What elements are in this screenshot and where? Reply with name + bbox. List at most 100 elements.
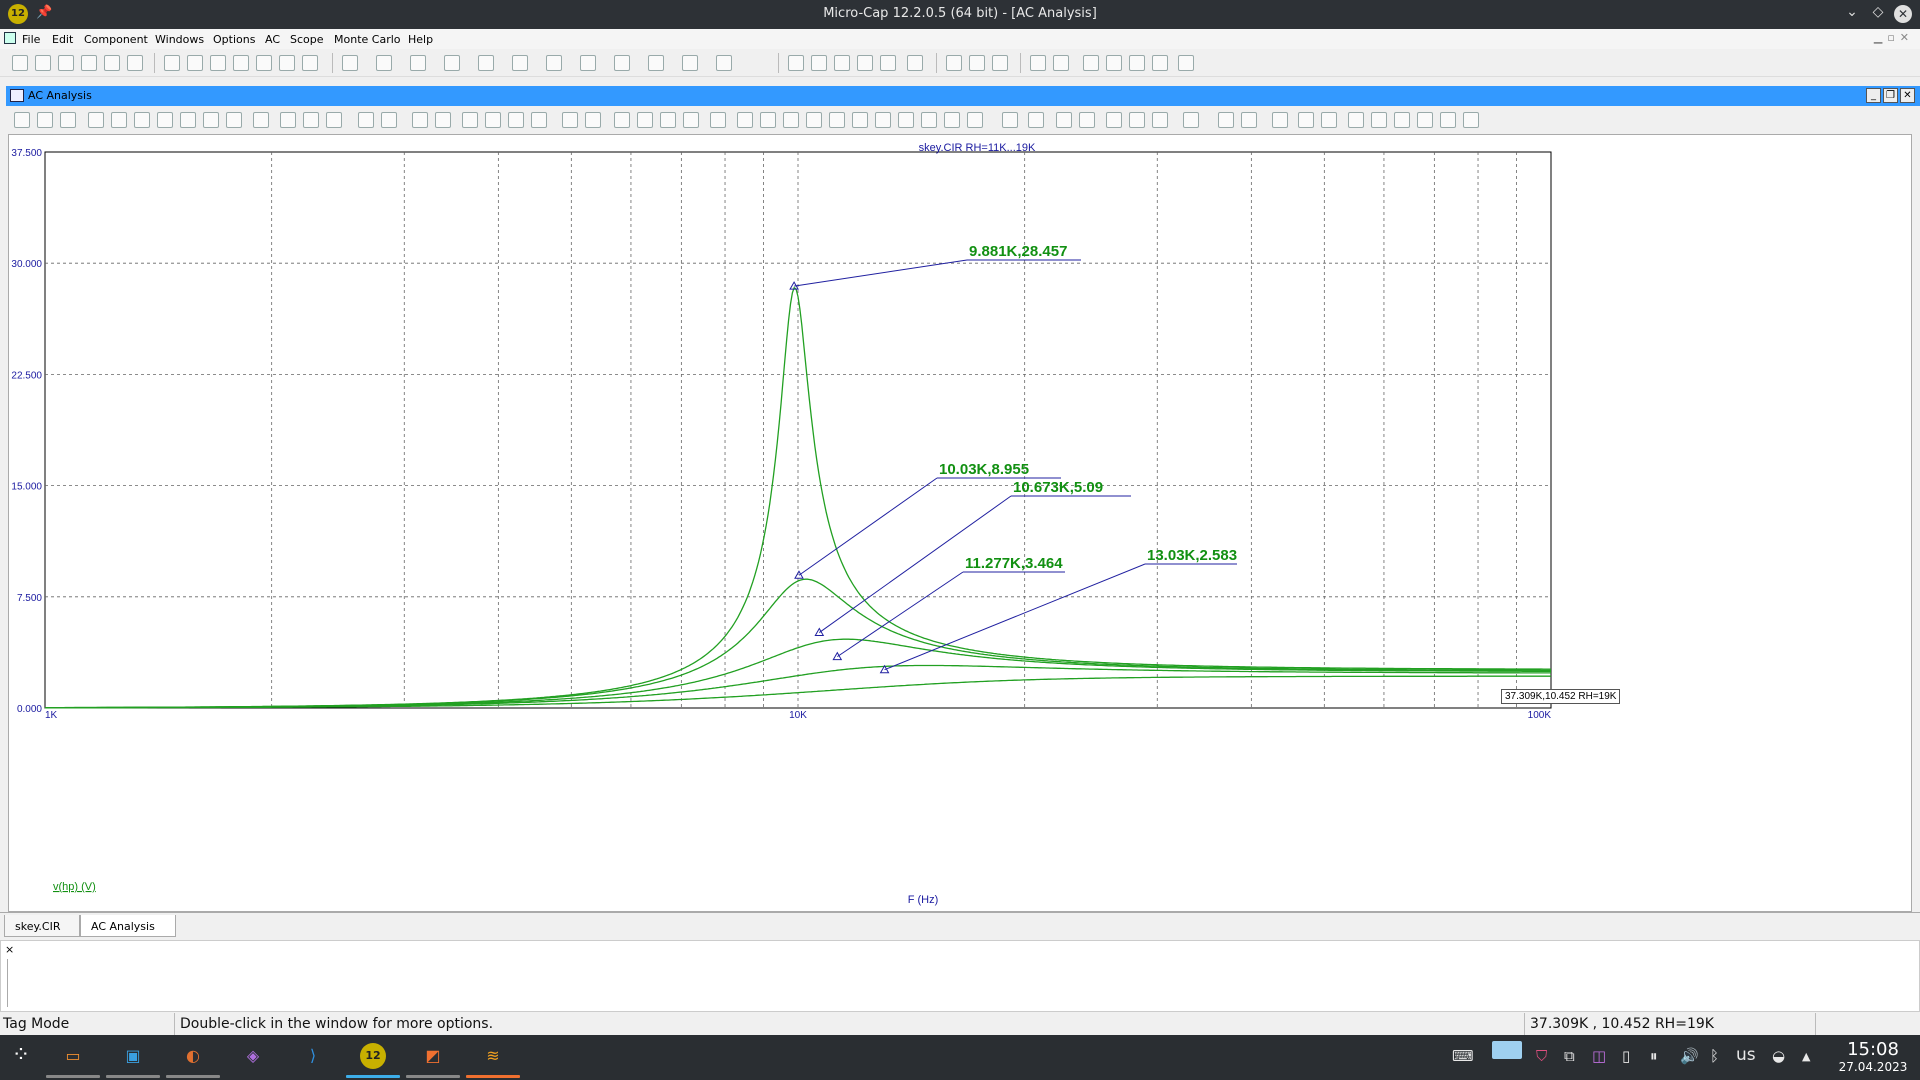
save-icon[interactable] xyxy=(58,55,74,71)
redo-icon[interactable] xyxy=(187,55,203,71)
slope-icon[interactable] xyxy=(898,112,914,128)
keyboard-layout[interactable]: us xyxy=(1736,1045,1756,1065)
tool-5-icon[interactable] xyxy=(1129,55,1145,71)
paste-icon[interactable] xyxy=(256,55,272,71)
align-right-icon[interactable] xyxy=(1394,112,1410,128)
minimize-icon[interactable]: ⌄ xyxy=(1842,4,1862,20)
opamp-component-icon[interactable] xyxy=(580,55,596,71)
zoom-4-icon[interactable] xyxy=(683,112,699,128)
tool-r-icon[interactable] xyxy=(967,112,983,128)
tool-g-icon[interactable] xyxy=(358,112,374,128)
clock[interactable]: 15:08 27.04.2023 xyxy=(1828,1039,1918,1074)
transistor-component-icon[interactable] xyxy=(512,55,528,71)
tool-w-icon[interactable] xyxy=(1183,112,1199,128)
media-player-icon[interactable]: ◐ xyxy=(180,1043,206,1069)
global-high-icon[interactable] xyxy=(921,112,937,128)
open-file-icon[interactable] xyxy=(35,55,51,71)
tool-s-icon[interactable] xyxy=(1002,112,1018,128)
grid-2-icon[interactable] xyxy=(760,112,776,128)
global-low-icon[interactable] xyxy=(944,112,960,128)
capacitor-component-icon[interactable] xyxy=(410,55,426,71)
zoom-1-icon[interactable] xyxy=(614,112,630,128)
tab-ac-analysis[interactable]: AC Analysis xyxy=(80,915,176,937)
terminal-icon[interactable]: ▣ xyxy=(120,1043,146,1069)
zoom-in-icon[interactable] xyxy=(1106,112,1122,128)
menu-ac[interactable]: AC xyxy=(265,33,280,46)
tool-f-icon[interactable] xyxy=(253,112,269,128)
battery-component-icon[interactable] xyxy=(648,55,664,71)
child-close-icon[interactable]: ✕ xyxy=(1900,88,1915,103)
tool-a-icon[interactable] xyxy=(88,112,104,128)
cut-icon[interactable] xyxy=(210,55,226,71)
restore-icon[interactable]: ◇ xyxy=(1868,4,1888,20)
maximize-view-icon[interactable] xyxy=(880,55,896,71)
tool-1-icon[interactable] xyxy=(1030,55,1046,71)
tool-d-icon[interactable] xyxy=(157,112,173,128)
grid-icon[interactable] xyxy=(737,112,753,128)
low-icon[interactable] xyxy=(852,112,868,128)
keyboard-icon[interactable]: ⌨ xyxy=(1452,1047,1474,1065)
tile-vertical-icon[interactable] xyxy=(811,55,827,71)
layers-icon[interactable]: ≋ xyxy=(480,1043,506,1069)
tool-m-icon[interactable] xyxy=(508,112,524,128)
ac-analysis-plot[interactable]: 37.500 30.000 22.500 15.000 7.500 0.000 1K 10K 1… xyxy=(8,134,1912,912)
code-editor-icon[interactable]: ⟩ xyxy=(300,1043,326,1069)
split-icon[interactable] xyxy=(857,55,873,71)
output-pane[interactable]: × xyxy=(0,940,1920,1012)
align-left-icon[interactable] xyxy=(1348,112,1364,128)
tool-u-icon[interactable] xyxy=(1056,112,1072,128)
peak-icon[interactable] xyxy=(783,112,799,128)
zoom-2-icon[interactable] xyxy=(637,112,653,128)
tool-n-icon[interactable] xyxy=(531,112,547,128)
windows-icon[interactable]: ⧉ xyxy=(1564,1047,1575,1065)
tool-2-icon[interactable] xyxy=(1053,55,1069,71)
tool-4-icon[interactable] xyxy=(1106,55,1122,71)
tray-expand-icon[interactable]: ▲ xyxy=(1802,1050,1810,1063)
calculator-icon[interactable] xyxy=(907,55,923,71)
app-launcher-icon[interactable]: ⁘ xyxy=(8,1043,34,1069)
tool-o-icon[interactable] xyxy=(562,112,578,128)
monitor-icon[interactable]: ◩ xyxy=(420,1043,446,1069)
tool-l-icon[interactable] xyxy=(485,112,501,128)
analysis-plot-icon[interactable] xyxy=(1152,55,1168,71)
store-icon[interactable]: ◈ xyxy=(240,1043,266,1069)
align-top-icon[interactable] xyxy=(1417,112,1433,128)
menu-component[interactable]: Component xyxy=(84,33,148,46)
high-icon[interactable] xyxy=(829,112,845,128)
ground-component-icon[interactable] xyxy=(342,55,358,71)
run-icon[interactable] xyxy=(280,112,296,128)
font-size-icon[interactable] xyxy=(1241,112,1257,128)
cascade-icon[interactable] xyxy=(788,55,804,71)
zoom-fit-icon[interactable] xyxy=(1152,112,1168,128)
copy-icon[interactable] xyxy=(233,55,249,71)
tool-v-icon[interactable] xyxy=(1079,112,1095,128)
mosfet-component-icon[interactable] xyxy=(546,55,562,71)
tool-3-icon[interactable] xyxy=(1083,55,1099,71)
menu-edit[interactable]: Edit xyxy=(52,33,73,46)
tool-x-icon[interactable] xyxy=(1272,112,1288,128)
pause-media-icon[interactable]: ⏸ xyxy=(1650,1047,1658,1065)
tool-b-icon[interactable] xyxy=(111,112,127,128)
globe-icon[interactable] xyxy=(992,55,1008,71)
diode-component-icon[interactable] xyxy=(478,55,494,71)
tool-e-icon[interactable] xyxy=(203,112,219,128)
file-manager-icon[interactable]: ▭ xyxy=(60,1043,86,1069)
tool-j-icon[interactable] xyxy=(435,112,451,128)
shield-icon[interactable]: ⛉ xyxy=(1536,1047,1547,1065)
chart-svg[interactable]: 37.500 30.000 22.500 15.000 7.500 0.0001K 10K 1… xyxy=(9,135,1913,913)
microcap-taskbar-icon[interactable]: 12 xyxy=(360,1043,386,1069)
print-preview-icon[interactable] xyxy=(104,55,120,71)
menu-options[interactable]: Options xyxy=(213,33,255,46)
doc-icon[interactable] xyxy=(4,32,16,44)
pause-icon[interactable] xyxy=(326,112,342,128)
tool-i-icon[interactable] xyxy=(412,112,428,128)
tool-h-icon[interactable] xyxy=(381,112,397,128)
screen-preview-icon[interactable] xyxy=(1492,1041,1522,1059)
menu-monte-carlo[interactable]: Monte Carlo xyxy=(334,33,401,46)
tag-mode-icon[interactable] xyxy=(180,112,196,128)
tool-c-icon[interactable] xyxy=(134,112,150,128)
bag-icon[interactable]: ◫ xyxy=(1592,1047,1606,1065)
bluetooth-icon[interactable]: ᛒ xyxy=(1710,1047,1719,1065)
macro-component-icon[interactable] xyxy=(614,55,630,71)
text-icon[interactable] xyxy=(226,112,242,128)
